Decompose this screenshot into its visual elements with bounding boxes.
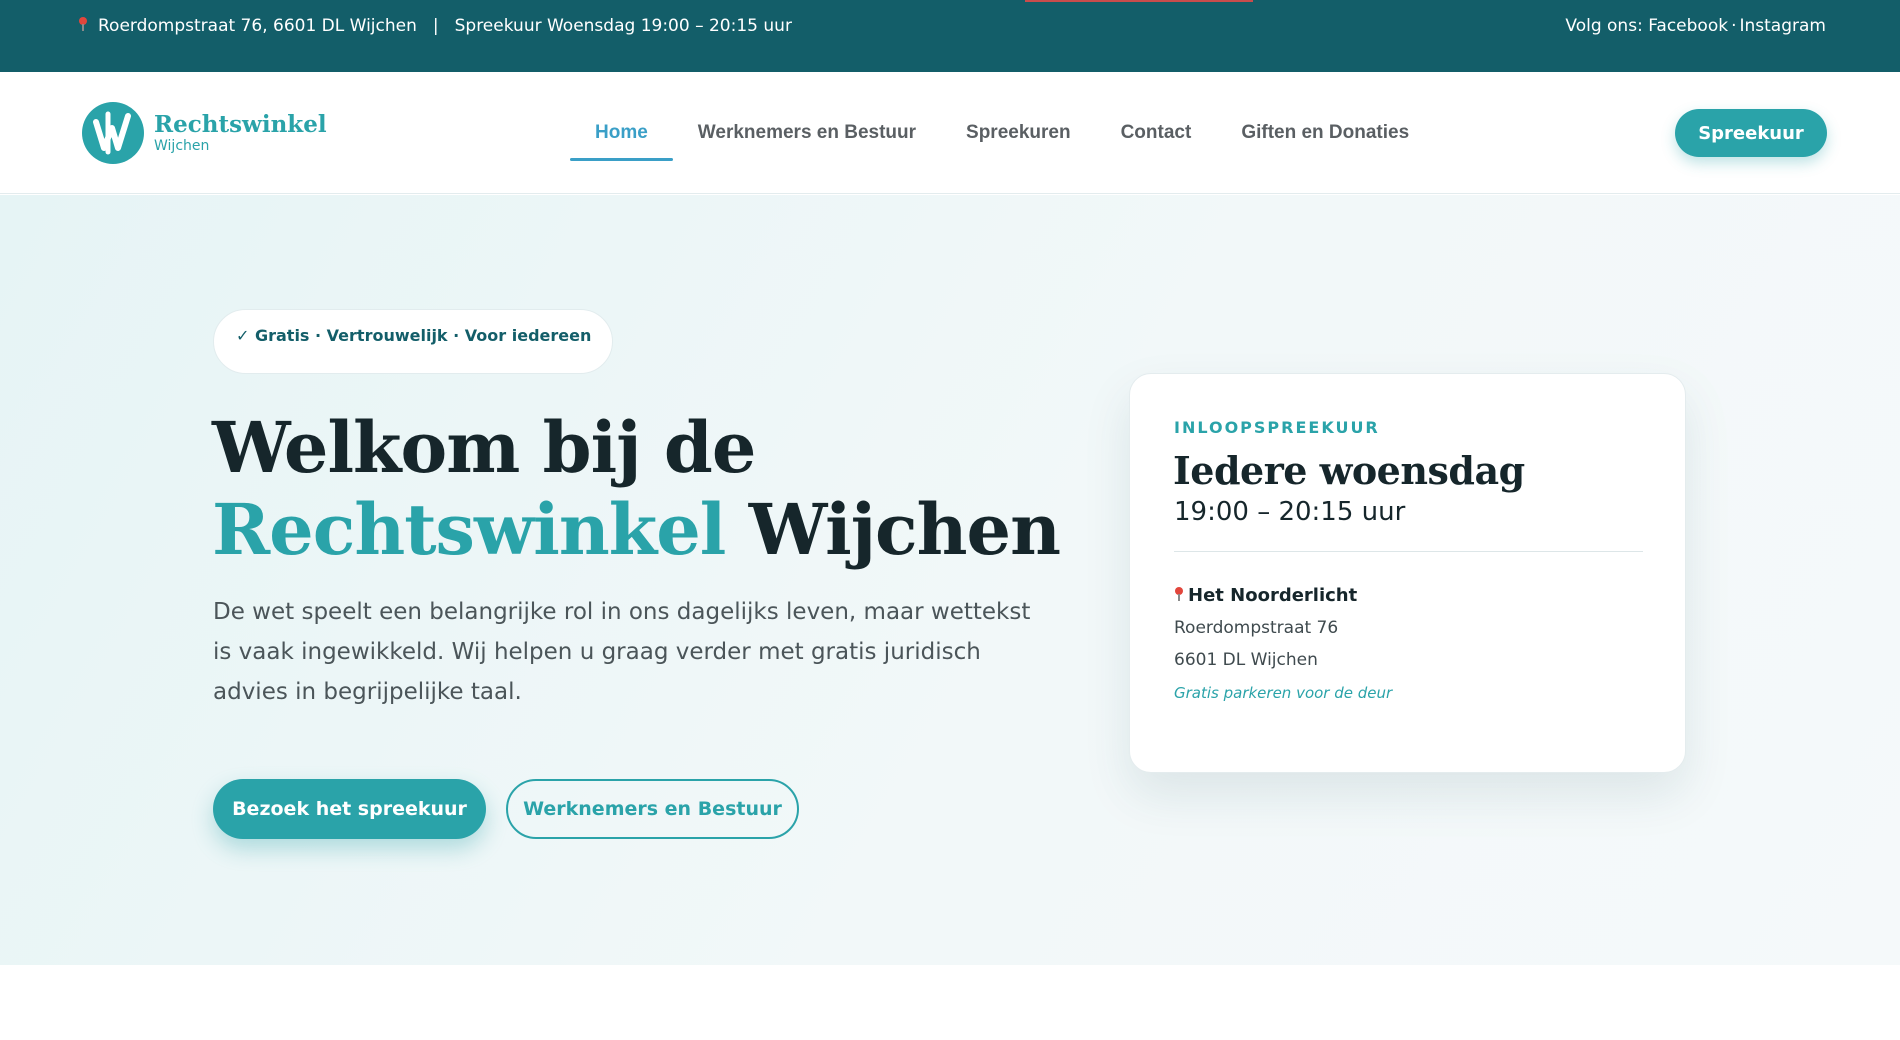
top-bar-info: Roerdompstraat 76, 6601 DL Wijchen | Spr… [78,16,792,36]
site-header: Rechtswinkel Wijchen Home Werknemers en … [0,72,1900,194]
site-logo[interactable]: Rechtswinkel Wijchen [82,102,327,164]
card-address-line1: Roerdompstraat 76 [1174,618,1339,638]
features-badge: ✓ Gratis · Vertrouwelijk · Voor iedereen [213,309,613,374]
rechtswinkel-logo-icon [82,102,144,164]
top-bar-hours: Spreekuur Woensdag 19:00 – 20:15 uur [454,16,792,36]
top-bar: Roerdompstraat 76, 6601 DL Wijchen | Spr… [0,0,1900,72]
nav-item-giften-en-donaties[interactable]: Giften en Donaties [1216,72,1434,194]
card-location: Het Noorderlicht [1174,585,1357,606]
card-parking-note: Gratis parkeren voor de deur [1174,684,1393,702]
hero-lead-text: De wet speelt een belangrijke rol in ons… [213,599,1031,705]
card-time: 19:00 – 20:15 uur [1174,497,1406,527]
map-pin-icon [78,17,88,31]
logo-name: Rechtswinkel [154,111,327,138]
card-day: Iedere woensdag [1173,448,1525,493]
social-separator: · [1731,16,1737,36]
card-location-name: Het Noorderlicht [1188,585,1358,606]
headline-rest: Wijchen [748,488,1061,571]
social-links: Volg ons: Facebook · Instagram [1565,16,1826,36]
main-nav: Home Werknemers en Bestuur Spreekuren Co… [570,72,1434,194]
page-title: Welkom bij de Rechtswinkel Wijchen [212,406,1061,571]
card-divider [1174,551,1643,552]
logo-city: Wijchen [154,138,210,154]
top-bar-separator: | [432,16,439,36]
map-pin-icon [1174,586,1184,601]
top-accent-line [1025,0,1253,2]
card-eyebrow: INLOOPSPREEKUUR [1174,418,1380,437]
nav-item-contact[interactable]: Contact [1096,72,1217,194]
nav-item-home[interactable]: Home [570,72,673,194]
nav-item-spreekuren[interactable]: Spreekuren [941,72,1096,194]
hero-section: ✓ Gratis · Vertrouwelijk · Voor iedereen… [0,195,1900,965]
logo-text: Rechtswinkel Wijchen [154,111,327,155]
spreekuur-button[interactable]: Spreekuur [1675,109,1827,157]
top-bar-address: Roerdompstraat 76, 6601 DL Wijchen [98,16,417,36]
card-address-line2: 6601 DL Wijchen [1174,650,1318,670]
nav-item-werknemers-en-bestuur[interactable]: Werknemers en Bestuur [673,72,941,194]
facebook-link[interactable]: Facebook [1648,16,1728,36]
headline-line1: Welkom bij de [212,406,756,489]
instagram-link[interactable]: Instagram [1740,16,1827,36]
spreekuur-card: INLOOPSPREEKUUR Iedere woensdag 19:00 – … [1129,373,1686,773]
visit-spreekuur-button[interactable]: Bezoek het spreekuur [213,779,486,839]
follow-label: Volg ons: [1565,16,1643,36]
headline-highlight: Rechtswinkel [212,488,726,571]
werknemers-bestuur-button[interactable]: Werknemers en Bestuur [506,779,799,839]
